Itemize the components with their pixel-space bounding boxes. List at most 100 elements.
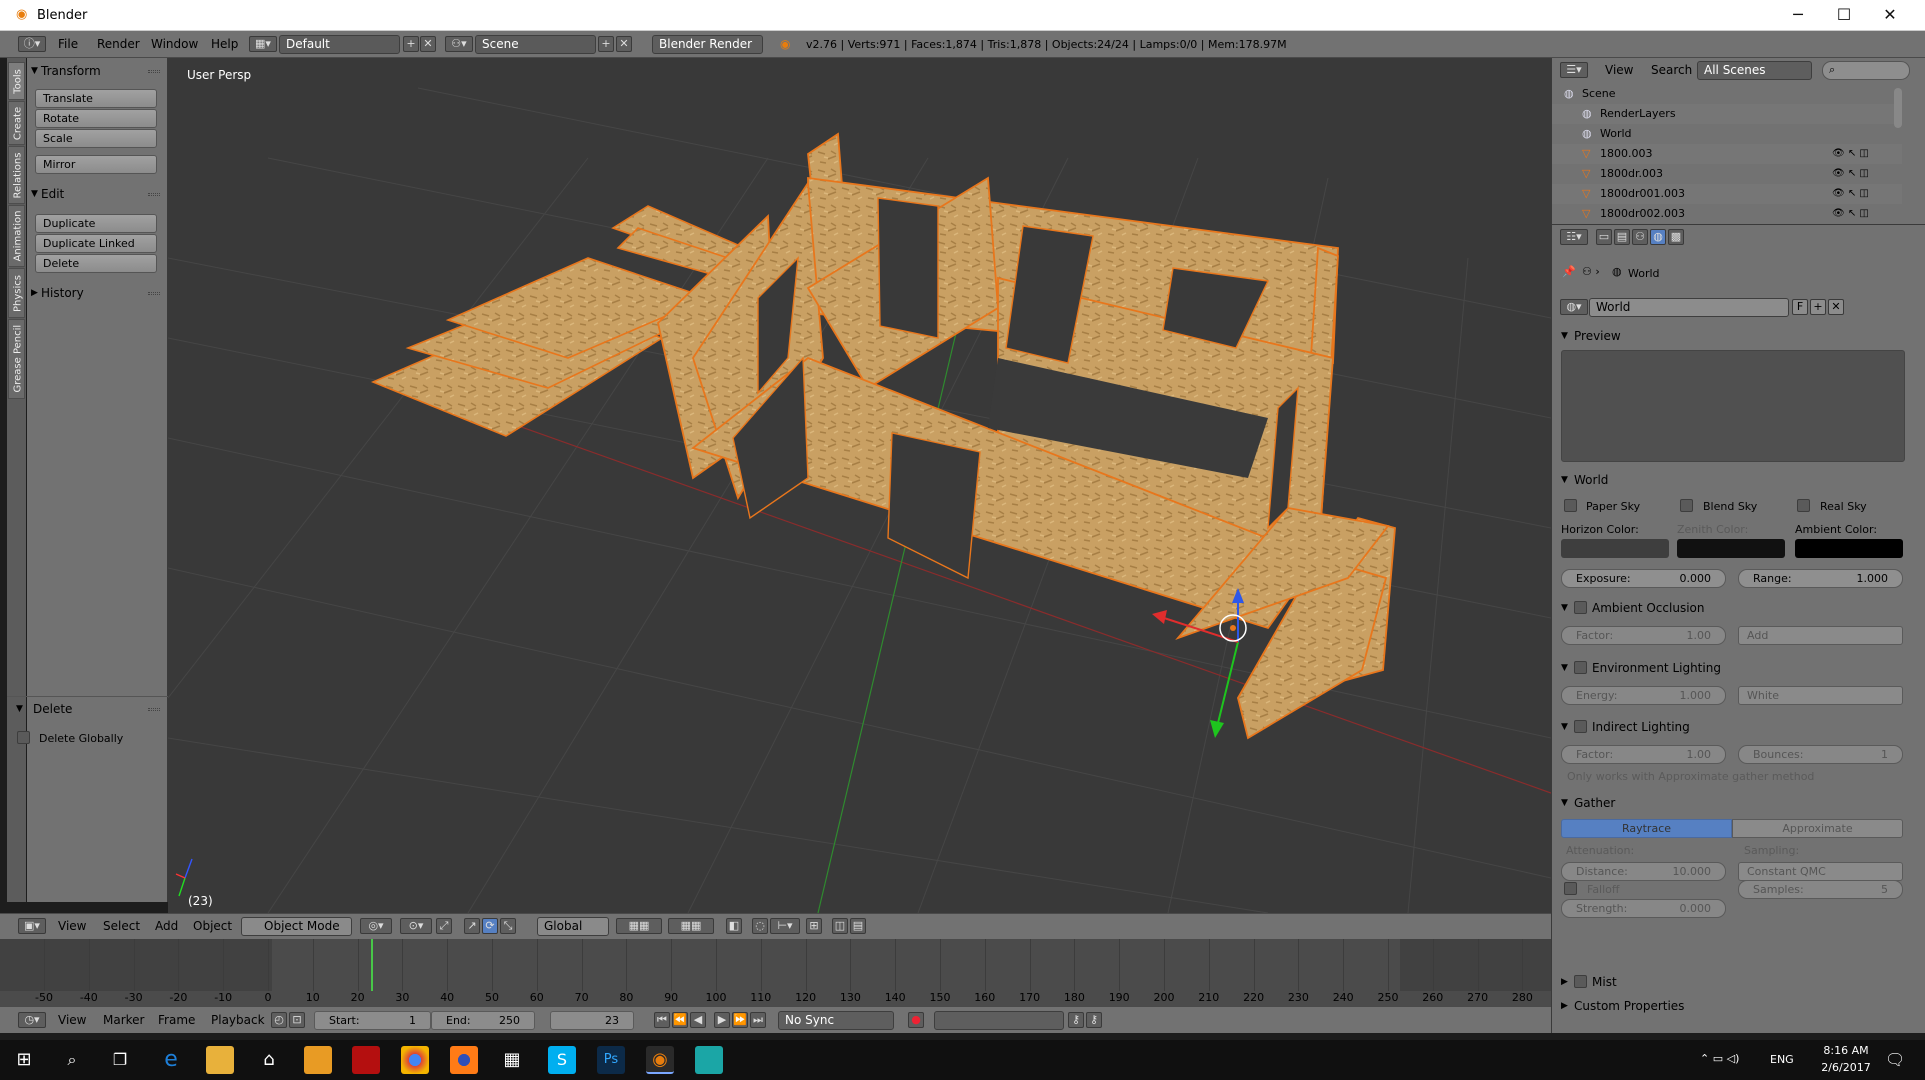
task-view-icon[interactable]: ❐ [106,1046,134,1074]
outliner-row[interactable]: ▽ 1800dr002.003 👁 ↖ ◫ [1552,204,1902,224]
maximize-button[interactable]: ☐ [1821,0,1867,31]
exposure-field[interactable]: Exposure: 0.000 [1561,569,1726,588]
mode-select[interactable]: Object Mode [241,917,352,936]
falloff-checkbox[interactable] [1564,882,1577,895]
start-button-icon[interactable]: ⊞ [10,1046,38,1074]
lock-range-icon[interactable]: ⊡ [289,1012,305,1028]
tab-tools[interactable]: Tools [8,62,25,100]
fake-user-button[interactable]: F [1792,299,1808,315]
context-texture-icon[interactable]: ▩ [1668,229,1684,245]
calculator-icon[interactable]: ▦ [498,1046,526,1074]
close-button[interactable]: ✕ [1867,0,1913,31]
menu-outliner-view[interactable]: View [1605,61,1633,80]
edit-panel-header[interactable]: ▼ Edit [27,183,168,205]
gather-raytrace-button[interactable]: Raytrace [1561,819,1732,838]
jump-prev-key-icon[interactable]: ⏪ [672,1012,688,1028]
menu-playback[interactable]: Playback [211,1011,265,1030]
menu-add[interactable]: Add [155,917,178,936]
visibility-eye-icon[interactable]: 👁 ↖ ◫ [1832,184,1869,204]
samples-field[interactable]: Samples: 5 [1738,880,1903,899]
outliner-search-input[interactable]: ⌕ [1822,61,1910,80]
editor-type-3d-icon[interactable]: ▣▾ [18,918,46,934]
render-engine-select[interactable]: Blender Render [652,35,763,54]
history-panel-header[interactable]: ▶ History [27,282,168,304]
visibility-eye-icon[interactable]: 👁 ↖ ◫ [1832,164,1869,184]
play-reverse-icon[interactable]: ◀ [690,1012,706,1028]
translate-button[interactable]: Translate [35,89,157,108]
duplicate-linked-button[interactable]: Duplicate Linked [35,234,157,253]
snap-icon[interactable]: ⊢▾ [770,918,800,934]
file-explorer-icon[interactable] [206,1046,234,1074]
viewport-shading-icon[interactable]: ◎▾ [360,918,392,934]
play-icon[interactable]: ▶ [714,1012,730,1028]
indirect-panel-header[interactable]: ▼ Indirect Lighting [1552,716,1925,738]
new-world-icon[interactable]: + [1810,299,1826,315]
tab-relations[interactable]: Relations [8,146,25,204]
mist-panel-header[interactable]: ▶ Mist [1552,971,1925,993]
rotate-button[interactable]: Rotate [35,109,157,128]
menu-view[interactable]: View [58,917,86,936]
notifications-icon[interactable]: 🗨 [1885,1050,1905,1069]
mirror-button[interactable]: Mirror [35,155,157,174]
delete-key-icon[interactable]: ⚷ [1086,1012,1102,1028]
context-render-icon[interactable]: ▭ [1596,229,1612,245]
photoshop-icon[interactable]: Ps [597,1046,625,1074]
render-anim-icon[interactable]: ▤ [850,918,866,934]
unlink-world-icon[interactable]: ✕ [1828,299,1844,315]
gather-panel-header[interactable]: ▼ Gather [1552,792,1925,814]
add-scene-icon[interactable]: + [598,36,614,52]
paper-sky-checkbox[interactable] [1564,499,1577,512]
env-checkbox[interactable] [1574,661,1587,674]
world-browse-icon[interactable]: ◍▾ [1560,299,1588,315]
screen-layout-field[interactable]: Default [279,35,400,54]
orientation-select[interactable]: Global [537,917,609,936]
current-frame-field[interactable]: 23 [550,1011,634,1030]
render-preview-icon[interactable]: ◫ [832,918,848,934]
snap-target-icon[interactable]: ⊞ [806,918,822,934]
ao-blend-select[interactable]: Add [1738,626,1903,645]
clock-time[interactable]: 8:16 AM [1816,1044,1876,1057]
menu-marker[interactable]: Marker [103,1011,144,1030]
menu-object[interactable]: Object [193,917,232,936]
range-field[interactable]: Range: 1.000 [1738,569,1903,588]
menu-outliner-search[interactable]: Search [1651,61,1692,80]
rotate-manip-icon[interactable]: ⟳ [482,918,498,934]
outliner-scrollbar[interactable] [1894,88,1902,128]
layer-lock-icon[interactable]: ◧ [726,918,742,934]
outliner-row[interactable]: ▽ 1800dr001.003 👁 ↖ ◫ [1552,184,1902,204]
tab-animation[interactable]: Animation [8,205,25,267]
blender-taskbar-icon[interactable]: ◉ [646,1046,674,1074]
end-frame-field[interactable]: End: 250 [431,1011,535,1030]
proportional-edit-icon[interactable]: ◌ [752,918,768,934]
visibility-eye-icon[interactable]: 👁 ↖ ◫ [1832,144,1869,164]
menu-file[interactable]: File [58,35,78,54]
env-energy-field[interactable]: Energy: 1.000 [1561,686,1726,705]
keying-set-field[interactable] [934,1011,1064,1030]
sampling-method-select[interactable]: Constant QMC [1738,862,1903,881]
pivot-point-icon[interactable]: ⊙▾ [400,918,432,934]
tray-icons[interactable]: ⌃ ▭ ◁) [1700,1052,1739,1065]
outliner-row[interactable]: ◍ World [1552,124,1902,144]
firefox-icon[interactable] [450,1046,478,1074]
delete-operator-header[interactable]: ▼ Delete [7,698,168,720]
gather-approximate-button[interactable]: Approximate [1732,819,1903,838]
layers-grid-1[interactable]: ▦▦ [616,918,662,934]
menu-render[interactable]: Render [97,35,140,54]
world-panel-header[interactable]: ▼ World [1552,469,1925,491]
strength-field[interactable]: Strength: 0.000 [1561,899,1726,918]
env-panel-header[interactable]: ▼ Environment Lighting [1552,657,1925,679]
indirect-factor-field[interactable]: Factor: 1.00 [1561,745,1726,764]
screen-layout-icon[interactable]: ▦▾ [249,36,277,52]
language-indicator[interactable]: ENG [1770,1053,1794,1066]
editor-type-timeline-icon[interactable]: ◷▾ [18,1012,46,1028]
env-color-select[interactable]: White [1738,686,1903,705]
duplicate-button[interactable]: Duplicate [35,214,157,233]
media-player-icon[interactable] [304,1046,332,1074]
scene-icon[interactable]: ⚇▾ [445,36,473,52]
jump-start-icon[interactable]: ⏮ [654,1012,670,1028]
ambient-color-swatch[interactable] [1795,539,1903,558]
outliner-row[interactable]: ◍ RenderLayers [1552,104,1902,124]
custom-props-panel-header[interactable]: ▶ Custom Properties [1552,995,1925,1017]
remove-screen-icon[interactable]: ✕ [420,36,436,52]
skype-icon[interactable]: S [548,1046,576,1074]
